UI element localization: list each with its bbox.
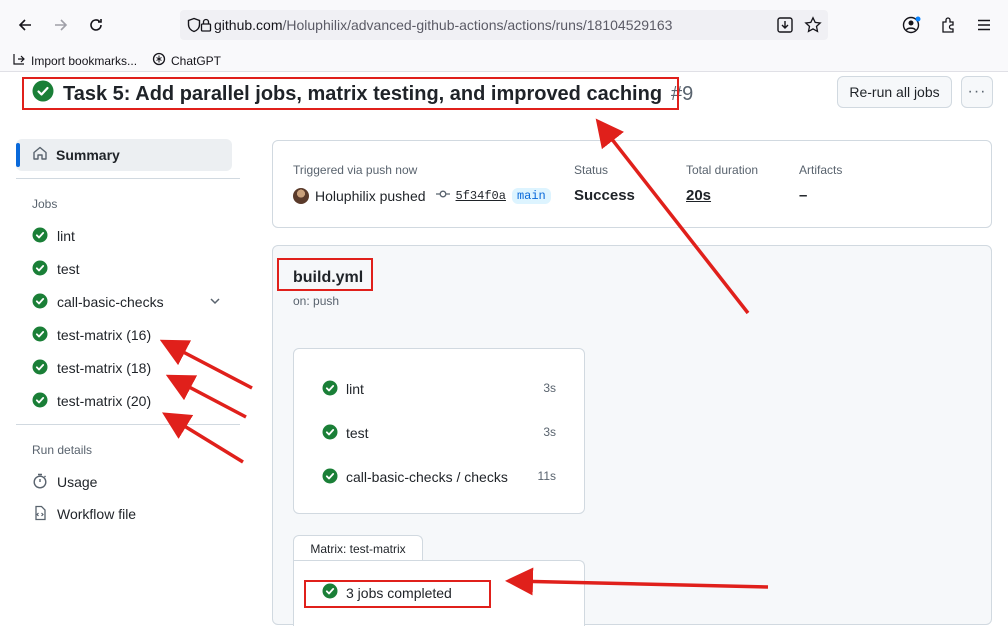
avatar[interactable] — [293, 187, 309, 204]
job-label: test-matrix (20) — [57, 393, 152, 409]
annotation-box-workflow — [277, 258, 373, 291]
workflow-graph: build.yml on: push lint 3s test 3s call-… — [272, 245, 992, 626]
job-name: call-basic-checks / checks — [346, 469, 508, 485]
sidebar-item-workflow-file[interactable]: Workflow file — [32, 503, 136, 525]
browser-toolbar: github.com/Holuphilix/advanced-github-ac… — [0, 0, 1008, 50]
sidebar-item-label: Summary — [56, 147, 120, 163]
job-label: lint — [57, 228, 75, 244]
chevron-down-icon[interactable] — [208, 294, 222, 313]
duration-value-wrap: 20s — [686, 187, 711, 204]
sidebar-item-usage[interactable]: Usage — [32, 471, 97, 493]
back-arrow-icon[interactable] — [12, 12, 38, 38]
success-check-icon — [322, 424, 338, 443]
workflow-trigger: on: push — [293, 294, 340, 308]
sidebar-item-summary[interactable]: Summary — [16, 139, 232, 171]
job-name: test — [346, 425, 369, 441]
bookmark-label: ChatGPT — [171, 53, 222, 68]
run-details-heading: Run details — [32, 443, 93, 457]
extensions-icon[interactable] — [940, 16, 958, 39]
job-label: test — [57, 261, 80, 277]
status-value: Success — [574, 187, 635, 204]
bookmark-star-icon[interactable] — [804, 16, 822, 39]
sidebar-job-test-matrix-18[interactable]: test-matrix (18) — [32, 357, 151, 379]
annotation-box-title — [22, 77, 679, 110]
url-path: /Holuphilix/advanced-github-actions/acti… — [282, 17, 673, 33]
bookmark-label: Import bookmarks... — [31, 53, 138, 68]
account-icon[interactable] — [902, 16, 922, 39]
sidebar-job-test[interactable]: test — [32, 258, 80, 280]
sidebar-divider — [16, 424, 240, 425]
forward-arrow-icon[interactable] — [48, 12, 74, 38]
status-label: Status — [574, 163, 609, 177]
job-label: test-matrix (18) — [57, 360, 152, 376]
run-summary-card: Triggered via push now Holuphilix pushed… — [272, 140, 992, 228]
download-page-icon[interactable] — [776, 16, 794, 39]
chatgpt-icon — [152, 52, 166, 69]
stopwatch-icon — [32, 473, 48, 492]
commit-icon — [435, 187, 450, 204]
success-check-icon — [32, 227, 48, 246]
graph-job-lint[interactable]: lint — [322, 379, 364, 399]
url-host: github.com — [214, 17, 283, 33]
sidebar-job-test-matrix-20[interactable]: test-matrix (20) — [32, 390, 151, 412]
success-check-icon — [32, 359, 48, 378]
import-icon — [12, 52, 26, 69]
success-check-icon — [32, 293, 48, 312]
jobs-group: lint 3s test 3s call-basic-checks / chec… — [293, 348, 585, 514]
success-check-icon — [322, 468, 338, 487]
sidebar-job-lint[interactable]: lint — [32, 225, 75, 247]
trigger-value: Holuphilix pushed 5f34f0a main — [293, 187, 551, 204]
actions-run-page: Task 5: Add parallel jobs, matrix testin… — [0, 72, 1008, 626]
active-indicator — [16, 143, 20, 167]
branch-badge[interactable]: main — [511, 187, 551, 204]
bookmarks-bar: Import bookmarks... ChatGPT — [0, 50, 1008, 72]
jobs-heading: Jobs — [32, 197, 58, 211]
bookmark-chatgpt[interactable]: ChatGPT — [152, 52, 221, 69]
url-text[interactable]: github.com/Holuphilix/advanced-github-ac… — [214, 17, 672, 33]
sidebar-divider — [16, 178, 240, 179]
success-check-icon — [32, 392, 48, 411]
artifacts-label: Artifacts — [799, 163, 843, 177]
annotation-box-matrix — [304, 580, 491, 608]
success-check-icon — [322, 380, 338, 399]
duration-label: Total duration — [686, 163, 759, 177]
home-icon — [32, 145, 48, 166]
job-duration: 11s — [537, 469, 556, 483]
success-check-icon — [32, 326, 48, 345]
matrix-tab[interactable]: Matrix: test-matrix — [293, 535, 423, 561]
menu-icon[interactable] — [976, 17, 992, 38]
artifacts-value: – — [799, 187, 808, 204]
lock-icon[interactable] — [200, 17, 212, 38]
file-code-icon — [32, 505, 48, 524]
job-duration: 3s — [543, 425, 556, 439]
job-name: lint — [346, 381, 364, 397]
sidebar-item-label: Workflow file — [57, 506, 137, 522]
sidebar-job-call-basic-checks[interactable]: call-basic-checks — [32, 291, 164, 313]
graph-job-test[interactable]: test — [322, 423, 369, 443]
trigger-label: Triggered via push now — [293, 163, 418, 177]
duration-link[interactable]: 20s — [686, 187, 711, 204]
bookmark-import[interactable]: Import bookmarks... — [12, 52, 137, 69]
job-label: call-basic-checks — [57, 294, 164, 310]
sidebar-job-test-matrix-16[interactable]: test-matrix (16) — [32, 324, 151, 346]
job-duration: 3s — [543, 381, 556, 395]
actor-label[interactable]: Holuphilix pushed — [315, 188, 426, 204]
success-check-icon — [32, 260, 48, 279]
commit-sha-link[interactable]: 5f34f0a — [456, 189, 506, 203]
sidebar-item-label: Usage — [57, 474, 98, 490]
graph-job-call-basic-checks[interactable]: call-basic-checks / checks — [322, 467, 508, 487]
reload-icon[interactable] — [83, 12, 109, 38]
job-label: test-matrix (16) — [57, 327, 152, 343]
more-options-button[interactable]: ··· — [961, 76, 993, 108]
rerun-all-jobs-button[interactable]: Re-run all jobs — [837, 76, 952, 108]
